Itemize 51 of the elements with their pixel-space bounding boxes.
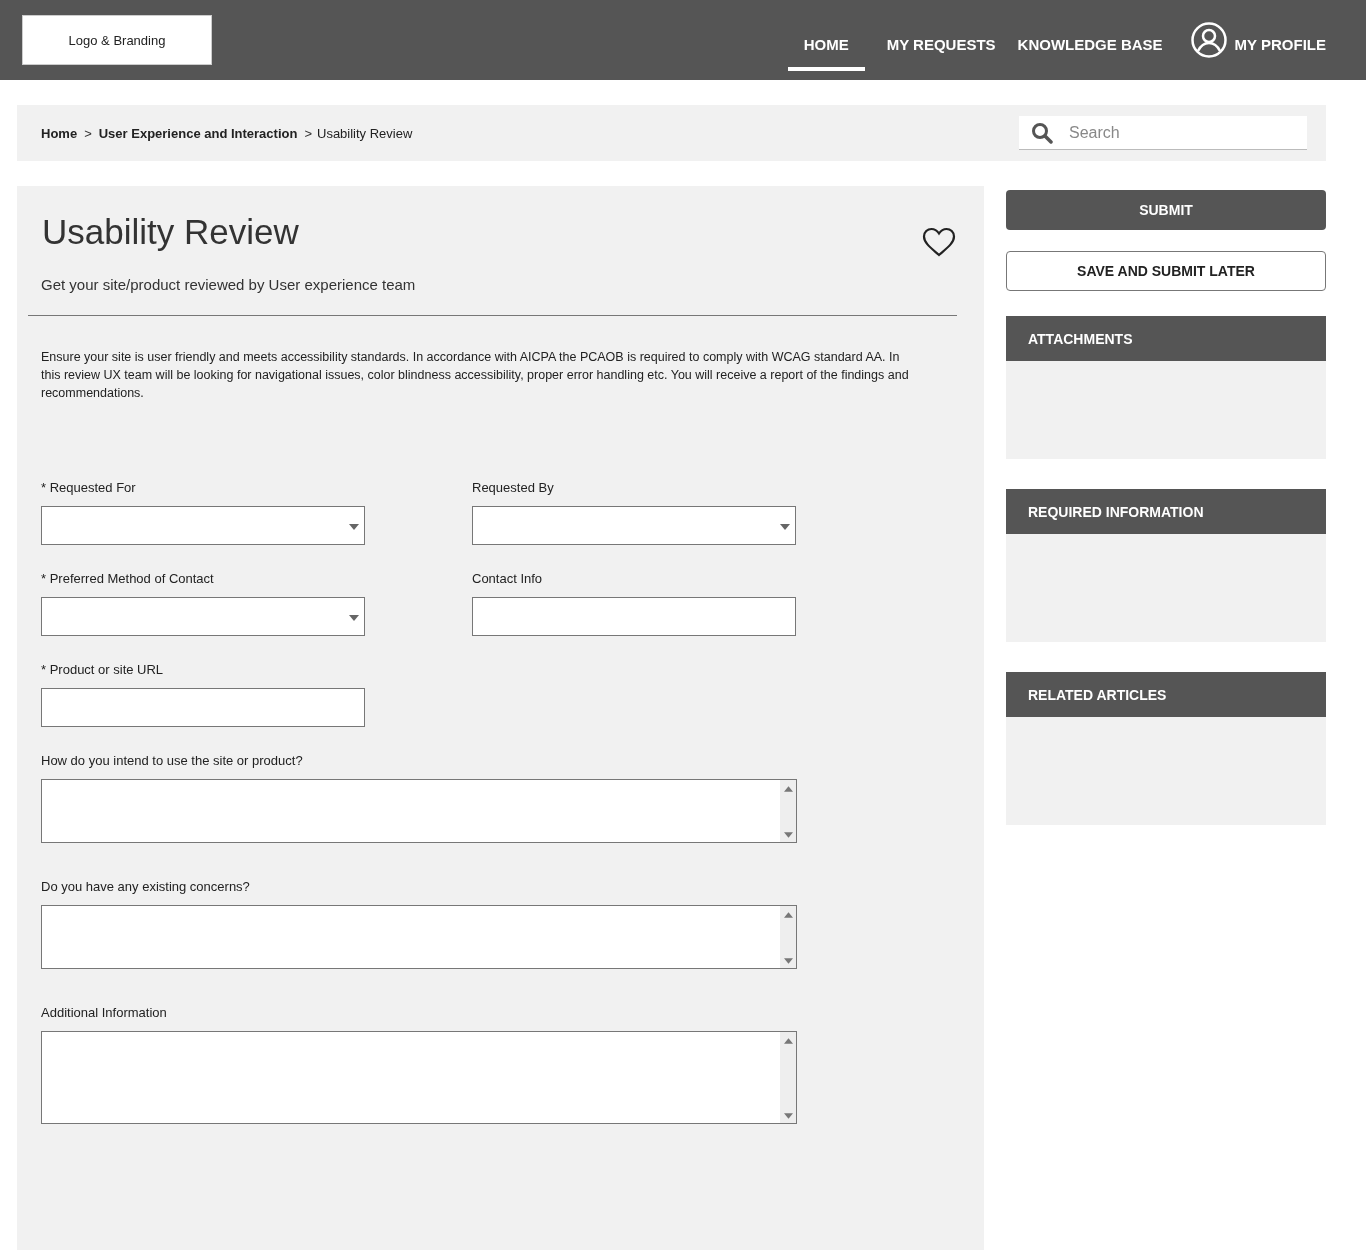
field-label: Additional Information: [41, 1005, 168, 1020]
field-label: How do you intend to use the site or product?: [41, 753, 304, 768]
breadcrumb-link[interactable]: Usability Review: [317, 125, 413, 141]
field-label: * Requested For: [41, 480, 137, 495]
field-label: Contact Info: [472, 571, 544, 586]
caret-icon: [349, 615, 359, 621]
search-input[interactable]: Search: [1067, 122, 1271, 143]
scroll-down-icon[interactable]: [783, 1113, 793, 1119]
search-field[interactable]: Search: [1019, 116, 1307, 150]
nav-link[interactable]: KNOWLEDGE BASE: [1017, 13, 1163, 71]
nav-link[interactable]: HOME: [787, 13, 865, 71]
dropdown-field[interactable]: [41, 597, 365, 636]
search-icon: [1031, 121, 1053, 144]
field-label: Requested By: [472, 480, 555, 495]
breadcrumb-separator: >: [84, 125, 92, 141]
heart-icon[interactable]: [921, 226, 957, 258]
dropdown-field[interactable]: [41, 506, 365, 545]
field-label: * Preferred Method of Contact: [41, 571, 215, 586]
scroll-down-icon[interactable]: [783, 958, 793, 964]
scroll-up-icon[interactable]: [783, 912, 793, 918]
scrollbar[interactable]: [780, 1032, 796, 1123]
breadcrumb-link[interactable]: User Experience and Interaction: [98, 125, 298, 141]
text-area[interactable]: [41, 1031, 797, 1124]
scrollbar[interactable]: [780, 906, 796, 968]
text-field[interactable]: [41, 688, 365, 727]
form-title: Usability Review: [42, 212, 299, 252]
action-button[interactable]: SUBMIT: [1006, 190, 1326, 230]
panel-header: RELATED ARTICLES: [1006, 672, 1326, 717]
form-description: Ensure your site is user friendly and meets accessibility standards. In accordance with AICPA the PCAOB is required to comply with WCAG standard AA. In this review UX team will be looking for navigational issues, color blindness accessibility, proper error handling etc. You will receive a report of the findings and recommendations.: [41, 349, 910, 402]
action-button[interactable]: SAVE AND SUBMIT LATER: [1006, 251, 1326, 291]
panel-header: ATTACHMENTS: [1006, 316, 1326, 361]
nav-link[interactable]: MY REQUESTS: [886, 13, 996, 71]
dropdown-field[interactable]: [472, 506, 796, 545]
breadcrumb-separator: >: [304, 125, 312, 141]
field-label: Do you have any existing concerns?: [41, 879, 251, 894]
caret-icon: [780, 524, 790, 530]
caret-icon: [349, 524, 359, 530]
breadcrumb-link[interactable]: Home: [41, 125, 78, 141]
field-label: * Product or site URL: [41, 662, 165, 677]
text-area[interactable]: [41, 905, 797, 969]
text-area[interactable]: [41, 779, 797, 843]
scrollbar[interactable]: [780, 780, 796, 842]
form-subtitle: Get your site/product reviewed by User experience team: [41, 276, 417, 293]
panel-header: REQUIRED INFORMATION: [1006, 489, 1326, 534]
scroll-up-icon[interactable]: [783, 1038, 793, 1044]
scroll-up-icon[interactable]: [783, 786, 793, 792]
profile-link[interactable]: MY PROFILE: [1234, 13, 1326, 71]
scroll-down-icon[interactable]: [783, 832, 793, 838]
user-avatar-icon[interactable]: [1190, 22, 1227, 58]
logo-placeholder[interactable]: Logo & Branding: [22, 15, 212, 65]
text-field[interactable]: [472, 597, 796, 636]
